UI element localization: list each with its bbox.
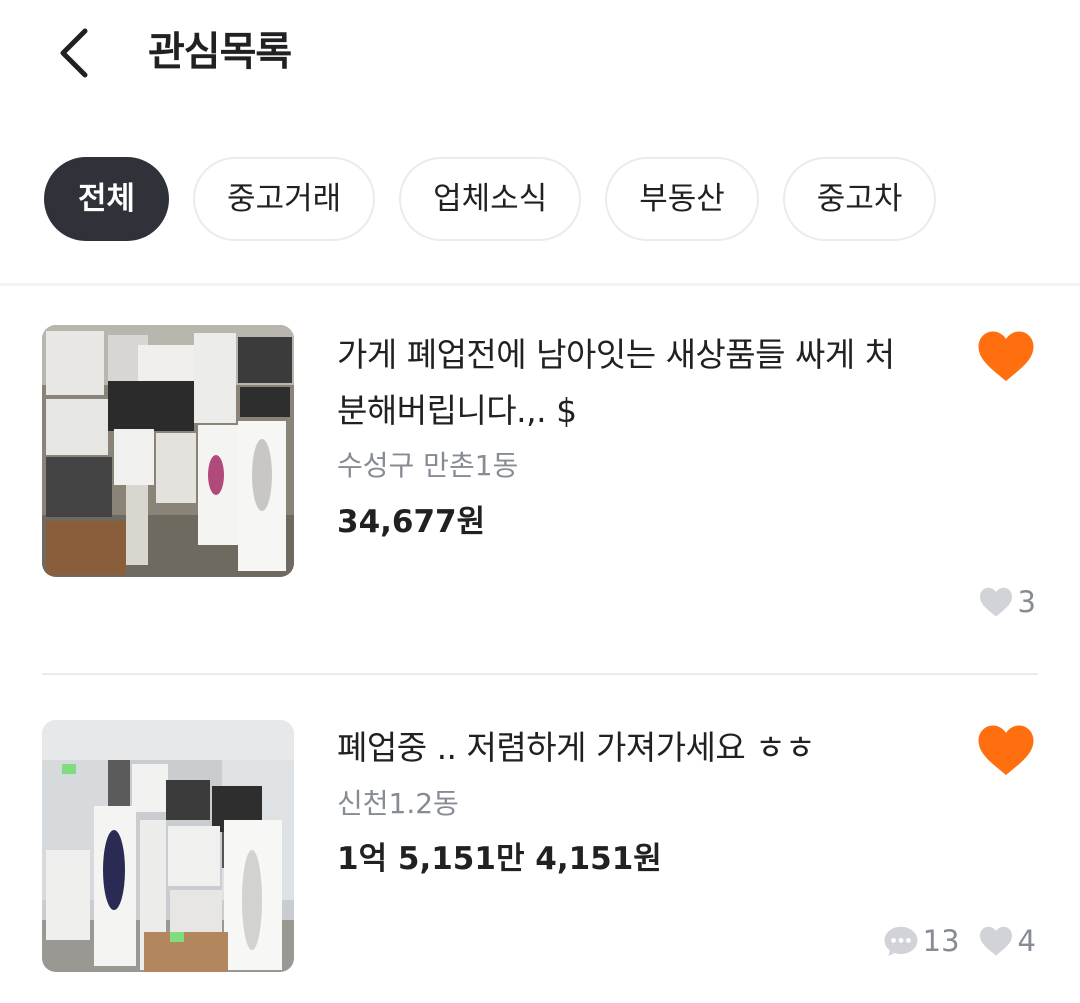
item-thumbnail[interactable] bbox=[42, 325, 294, 577]
filter-chip-used-cars[interactable]: 중고차 bbox=[782, 157, 937, 241]
like-count-value: 3 bbox=[1017, 585, 1036, 619]
heart-filled-icon bbox=[978, 725, 1034, 775]
category-filter-bar: 전체 중고거래 업체소식 부동산 중고차 bbox=[44, 157, 937, 241]
item-price: 1억 5,151만 4,151원 bbox=[337, 841, 662, 877]
favorite-button[interactable] bbox=[976, 328, 1036, 384]
like-count: 3 bbox=[978, 585, 1036, 619]
chat-bubble-icon bbox=[884, 926, 918, 956]
item-title[interactable]: 가게 폐업전에 남아잇는 새상품들 싸게 처분해버립니다.,. $ bbox=[337, 327, 917, 439]
section-divider bbox=[0, 283, 1080, 286]
filter-chip-used-goods[interactable]: 중고거래 bbox=[193, 157, 376, 241]
item-title[interactable]: 폐업중 .. 저렴하게 가져가세요 ㅎㅎ bbox=[337, 720, 917, 776]
like-count: 4 bbox=[978, 924, 1036, 958]
filter-chip-real-estate[interactable]: 부동산 bbox=[605, 157, 759, 241]
comment-count-value: 13 bbox=[922, 924, 960, 958]
heart-icon bbox=[979, 926, 1012, 956]
item-divider bbox=[42, 673, 1038, 675]
like-count-value: 4 bbox=[1017, 924, 1036, 958]
item-thumbnail[interactable] bbox=[42, 720, 294, 972]
product-photo bbox=[42, 325, 294, 577]
app-header: 관심목록 bbox=[0, 0, 1080, 110]
chevron-left-icon bbox=[60, 28, 88, 78]
product-photo bbox=[42, 720, 294, 972]
item-location: 신천1.2동 bbox=[337, 787, 459, 820]
back-button[interactable] bbox=[40, 18, 110, 88]
filter-chip-all[interactable]: 전체 bbox=[44, 157, 170, 241]
item-location: 수성구 만촌1동 bbox=[337, 449, 519, 482]
page-title: 관심목록 bbox=[148, 29, 292, 75]
heart-icon bbox=[979, 587, 1012, 617]
comment-count: 13 bbox=[883, 924, 960, 958]
item-stats: 13 4 bbox=[883, 924, 1036, 958]
item-stats: 3 bbox=[978, 585, 1036, 619]
filter-chip-business-news[interactable]: 업체소식 bbox=[399, 157, 582, 241]
favorite-button[interactable] bbox=[976, 722, 1036, 778]
item-price: 34,677원 bbox=[337, 504, 486, 540]
heart-filled-icon bbox=[978, 331, 1034, 381]
